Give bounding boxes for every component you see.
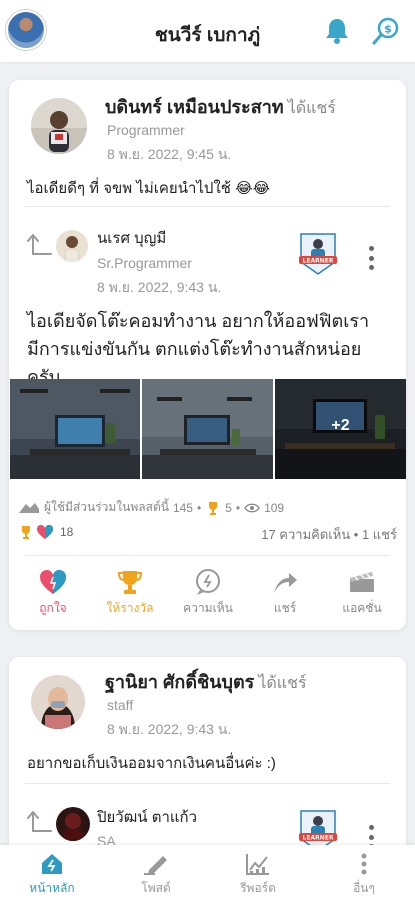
nav-post[interactable]: โพสต์ <box>116 851 196 898</box>
write-icon <box>144 856 167 875</box>
like-button[interactable]: ถูกใจ <box>18 568 88 618</box>
trophy-reaction-icon <box>22 526 30 539</box>
comment-button[interactable]: ความเห็น <box>173 568 243 618</box>
nav-label: โพสต์ <box>141 881 171 895</box>
share-arrow-icon <box>27 811 52 832</box>
reactions-count: 18 <box>60 525 74 539</box>
trophy-icon <box>117 571 143 594</box>
badge-label: LEARNER <box>303 835 334 842</box>
comment-icon <box>196 569 220 595</box>
post-text: ไอเดียดีๆ ที่ จขพ ไม่เคยนำไปใช้ 😂😂 <box>27 180 271 197</box>
nav-report[interactable]: รีพอร์ต <box>218 851 298 898</box>
post-photo[interactable] <box>10 379 140 479</box>
engagement-stats: ผู้ใช้มีส่วนร่วมในพลสต์นี้ 145 • 5 • 109 <box>18 498 284 517</box>
awards-count: 5 <box>225 500 232 515</box>
original-author-avatar[interactable] <box>56 807 90 841</box>
post-card: บดินทร์ เหมือนประสาท ได้แชร์ Programmer 8… <box>9 80 406 630</box>
nav-more[interactable]: อื่นๆ <box>324 851 404 898</box>
original-author-name[interactable]: ปิยวัฒน์ ตาแก้ว <box>97 805 197 829</box>
post-photo-more[interactable]: +2 <box>275 379 406 479</box>
acknowledge-button[interactable]: แอคชั่น <box>327 568 397 618</box>
award-button[interactable]: ให้รางวัล <box>95 568 165 618</box>
bell-icon[interactable] <box>322 16 352 46</box>
original-post-date: 8 พ.ย. 2022, 9:43 น. <box>97 279 222 295</box>
author-name[interactable]: ฐานิยา ศักดิ์ชินบุตร <box>105 672 254 692</box>
post-card: ฐานิยา ศักดิ์ชินบุตร ได้แชร์ staff 8 พ.ย.… <box>9 657 406 867</box>
page-title: ชนวีร์ เบกาภู่ <box>154 25 261 46</box>
views-count: 109 <box>264 500 285 515</box>
author-role: Programmer <box>107 122 185 138</box>
divider <box>25 555 390 556</box>
search-coin-icon[interactable]: $ <box>371 16 401 46</box>
badge-label: LEARNER <box>303 258 334 265</box>
svg-text:$: $ <box>384 23 392 36</box>
eye-icon <box>244 503 260 512</box>
post-date: 8 พ.ย. 2022, 9:45 น. <box>107 146 232 162</box>
shared-label: ได้แชร์ <box>287 100 336 117</box>
author-name[interactable]: บดินทร์ เหมือนประสาท <box>105 97 284 117</box>
original-author-avatar[interactable] <box>56 230 88 262</box>
trophy-icon <box>209 501 218 515</box>
shared-label: ได้แชร์ <box>258 675 307 692</box>
nav-label: อื่นๆ <box>353 881 375 895</box>
participants-label: ผู้ใช้มีส่วนร่วมในพลสต์นี้ <box>44 500 169 514</box>
share-arrow-icon <box>27 234 52 255</box>
nav-label: รีพอร์ต <box>240 881 276 895</box>
post-photo[interactable] <box>142 379 273 479</box>
post-date: 8 พ.ย. 2022, 9:43 น. <box>107 721 232 737</box>
post-text: อยากขอเก็บเงินออมจากเงินคนอื่นค่ะ :) <box>27 755 276 772</box>
chart-icon <box>246 854 269 875</box>
more-vertical-icon <box>361 853 367 875</box>
original-author-role: Sr.Programmer <box>97 255 192 271</box>
participants-count: 145 <box>172 500 193 515</box>
more-photos-count: +2 <box>331 417 350 434</box>
learner-badge-icon: LEARNER <box>299 233 337 275</box>
divider <box>25 783 390 784</box>
top-bar: ชนวีร์ เบกาภู่ $ <box>0 0 415 62</box>
home-icon <box>42 854 62 874</box>
heart-icon <box>40 570 66 594</box>
clapperboard-icon <box>350 572 374 592</box>
original-author-name[interactable]: นเรศ บุญมี <box>97 226 166 250</box>
author-role: staff <box>107 697 134 713</box>
divider <box>25 206 390 207</box>
share-icon <box>274 573 297 593</box>
nav-label: หน้าหลัก <box>29 881 75 895</box>
reactions-summary[interactable]: 18 <box>18 524 73 540</box>
participants-icon <box>19 502 39 513</box>
more-options-button[interactable] <box>367 246 375 270</box>
author-avatar[interactable] <box>31 675 85 729</box>
author-avatar[interactable] <box>31 98 87 154</box>
nav-home[interactable]: หน้าหลัก <box>12 851 92 898</box>
share-button[interactable]: แชร์ <box>250 568 320 618</box>
bottom-navigation: หน้าหลัก โพสต์ รีพอร์ต อื่นๆ <box>0 845 415 900</box>
comments-shares[interactable]: 17 ความคิดเห็น • 1 แชร์ <box>261 524 397 545</box>
heart-reaction-icon <box>37 525 53 539</box>
